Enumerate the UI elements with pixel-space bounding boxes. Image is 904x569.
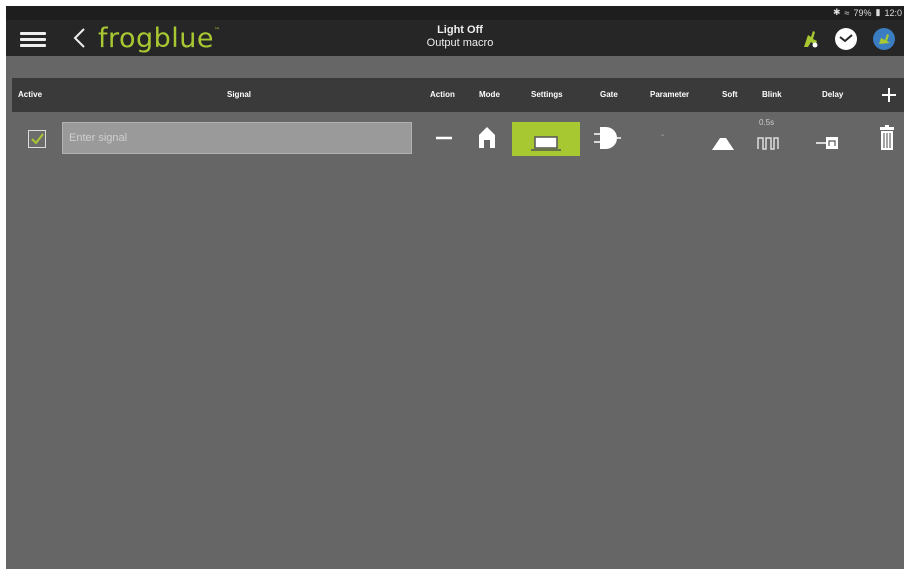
active-checkbox[interactable] xyxy=(28,130,46,148)
parameter-value[interactable]: - xyxy=(661,130,664,141)
battery-percent: 79% xyxy=(853,7,872,18)
checkmark-icon xyxy=(31,133,44,145)
clock-icon[interactable] xyxy=(834,27,858,51)
header-gate: Gate xyxy=(600,90,618,99)
header-settings: Settings xyxy=(531,90,563,99)
table-header: Active Signal Action Mode Settings Gate … xyxy=(12,78,904,112)
run-macro-icon[interactable] xyxy=(798,27,822,51)
page-title: Light Off xyxy=(437,24,483,36)
status-bar: ✱ ≈ 79% ▮ 12:0 xyxy=(6,6,904,20)
header-action: Action xyxy=(430,90,455,99)
and-gate-icon[interactable] xyxy=(592,124,622,152)
header-mode: Mode xyxy=(479,90,500,99)
header-signal: Signal xyxy=(227,90,252,99)
blink-value: 0.5s xyxy=(759,118,775,127)
battery-icon: ▮ xyxy=(875,7,881,17)
plus-icon[interactable] xyxy=(878,84,900,106)
app-bar: frogblue™ Light Off Output macro xyxy=(6,20,904,56)
header-delay: Delay xyxy=(822,90,844,99)
trash-icon[interactable] xyxy=(878,124,896,152)
status-bar-right: ✱ ≈ 79% ▮ 12:0 xyxy=(833,7,902,18)
clock-time: 12:0 xyxy=(884,7,902,18)
title-block: Light Off Output macro xyxy=(405,24,515,50)
chevron-left-icon[interactable] xyxy=(70,26,90,50)
frogblue-logo: frogblue™ xyxy=(98,23,221,54)
header-parameter: Parameter xyxy=(650,90,690,99)
delay-icon[interactable] xyxy=(814,134,840,152)
blink-icon[interactable] xyxy=(756,136,780,150)
header-soft: Soft xyxy=(722,90,738,99)
table-row: - 0.5s xyxy=(6,116,904,160)
wifi-icon: ≈ xyxy=(844,7,850,18)
header-blink: Blink xyxy=(762,90,782,99)
bluetooth-icon: ✱ xyxy=(833,7,841,17)
hamburger-menu-icon[interactable] xyxy=(20,29,46,49)
signal-input[interactable] xyxy=(62,122,412,154)
edit-icon[interactable] xyxy=(872,27,896,51)
app-screen: ✱ ≈ 79% ▮ 12:0 frogblue™ Light Off Outpu… xyxy=(6,6,904,569)
header-active: Active xyxy=(18,90,43,99)
minus-icon[interactable] xyxy=(434,130,454,146)
home-icon[interactable] xyxy=(476,124,498,150)
trademark-mark: ™ xyxy=(214,27,221,34)
soft-ramp-icon[interactable] xyxy=(710,136,736,152)
light-off-icon xyxy=(531,136,561,151)
logo-text: frogblue xyxy=(98,23,215,54)
settings-button[interactable] xyxy=(512,122,580,156)
page-subtitle: Output macro xyxy=(426,37,494,49)
